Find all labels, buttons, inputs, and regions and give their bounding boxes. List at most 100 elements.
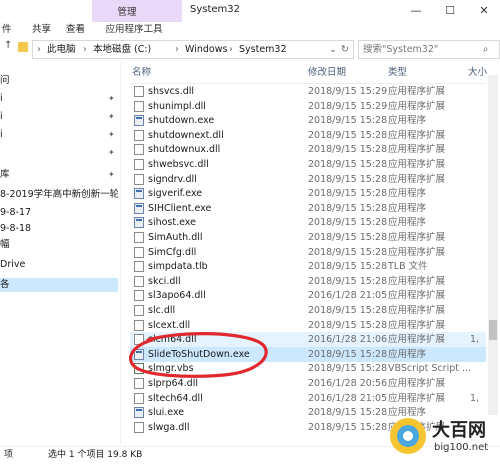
file-row[interactable]: shunimpl.dll 2018/9/15 15:29 应用程序扩展 <box>130 99 486 114</box>
minimize-button[interactable]: — <box>402 0 430 22</box>
nav-item-folder[interactable]: 9-8-17 <box>0 206 118 220</box>
file-row[interactable]: sltech64.dll 2016/1/28 21:05 应用程序扩展 1, <box>130 391 486 406</box>
file-name: sihost.exe <box>148 217 196 229</box>
tab-view[interactable]: 查看 <box>66 22 85 38</box>
nav-item-folder[interactable]: 8-2019学年高中新创新一轮复习物 <box>0 188 118 202</box>
file-date: 2018/9/15 15:28 <box>308 261 388 273</box>
file-name: SIHClient.exe <box>148 202 212 214</box>
file-type: 应用程序扩展 <box>388 173 446 185</box>
dll-file-icon <box>134 129 144 141</box>
file-type: VBScript Script ... <box>388 363 472 375</box>
tab-manage[interactable]: 管理 <box>92 4 162 18</box>
annotation-circle <box>129 332 268 378</box>
column-header-type[interactable]: 类型 <box>388 64 407 78</box>
file-row[interactable]: shutdown.exe 2018/9/15 15:28 应用程序 <box>130 113 486 128</box>
file-row[interactable]: shutdownux.dll 2018/9/15 15:28 应用程序扩展 <box>130 142 486 157</box>
refresh-icon[interactable]: ↻ <box>341 41 349 58</box>
navigation-pane: 问 i✦ i✦ i✦ ✦ 库✦ 8-2019学年高中新创新一轮复习物 9-8-1… <box>0 62 121 444</box>
file-list: 名称 修改日期 类型 大小 shsvcs.dll 2018/9/15 15:29 应… <box>122 62 500 444</box>
scrollbar-thumb[interactable] <box>489 320 497 340</box>
nav-item-library[interactable]: 库 ✦ <box>0 168 118 182</box>
file-type: 应用程序 <box>388 202 427 214</box>
column-header-size[interactable]: 大小 <box>468 64 487 78</box>
file-row[interactable]: slc.dll 2018/9/15 15:28 应用程序扩展 <box>130 303 486 318</box>
file-row[interactable]: shwebsvc.dll 2018/9/15 15:28 应用程序扩展 <box>130 157 486 172</box>
dll-file-icon <box>134 290 144 302</box>
file-date: 2016/1/28 20:56 <box>308 378 388 389</box>
file-name: SimCfg.dll <box>148 246 197 258</box>
nav-item[interactable]: i ✦ <box>0 110 118 124</box>
close-button[interactable]: ✕ <box>470 0 498 22</box>
chevron-down-icon[interactable]: ⌄ <box>329 41 337 58</box>
nav-item[interactable]: ✦ <box>0 146 118 160</box>
exe-file-icon <box>134 188 144 200</box>
nav-item-quick-access[interactable]: 问 <box>0 74 118 88</box>
file-row[interactable]: skci.dll 2018/9/15 15:28 应用程序扩展 <box>130 274 486 289</box>
file-type: TLB 文件 <box>388 261 428 273</box>
file-type: 应用程序扩展 <box>388 305 446 316</box>
breadcrumb-windows[interactable]: Windows <box>185 41 227 58</box>
exe-file-icon <box>134 115 144 127</box>
maximize-button[interactable]: ☐ <box>436 0 464 22</box>
pin-icon: ✦ <box>108 170 115 179</box>
exe-file-icon <box>134 217 144 229</box>
file-row[interactable]: slcext.dll 2018/9/15 15:28 应用程序扩展 <box>130 318 486 333</box>
file-date: 2018/9/15 15:28 <box>308 246 388 258</box>
dll-file-icon <box>134 144 144 156</box>
file-row[interactable]: SIHClient.exe 2018/9/15 15:28 应用程序 <box>130 201 486 216</box>
file-date: 2018/9/15 15:28 <box>308 421 388 433</box>
file-row[interactable]: sigverif.exe 2018/9/15 15:28 应用程序 <box>130 186 486 201</box>
file-type: 应用程序扩展 <box>388 378 446 389</box>
nav-label: i <box>0 111 3 122</box>
vertical-scrollbar[interactable] <box>488 75 498 415</box>
breadcrumb-local-disk[interactable]: 本地磁盘 (C:) <box>93 41 151 58</box>
dll-file-icon <box>134 305 144 316</box>
file-name: simpdata.tlb <box>148 261 208 273</box>
address-bar[interactable]: › 此电脑 › 本地磁盘 (C:) › Windows › System32 ⌄… <box>32 40 354 59</box>
breadcrumb-system32[interactable]: System32 <box>239 41 287 58</box>
file-date: 2018/9/15 15:28 <box>308 319 388 331</box>
dll-file-icon <box>134 275 144 287</box>
nav-item[interactable]: i ✦ <box>0 92 118 106</box>
file-name: sigverif.exe <box>148 188 203 200</box>
nav-item-onedrive[interactable]: Drive <box>0 258 118 272</box>
column-header-name[interactable]: 名称 <box>132 64 151 78</box>
file-row[interactable]: SimCfg.dll 2018/9/15 15:28 应用程序扩展 <box>130 245 486 260</box>
nav-label: i <box>0 129 3 140</box>
nav-item-folder[interactable]: 9-8-18 <box>0 222 118 236</box>
up-arrow-icon[interactable]: ↑ <box>4 40 12 51</box>
file-row[interactable]: simpdata.tlb 2018/9/15 15:28 TLB 文件 <box>130 259 486 274</box>
file-name: shwebsvc.dll <box>148 159 209 170</box>
file-row[interactable]: shutdownext.dll 2018/9/15 15:28 应用程序扩展 <box>130 128 486 143</box>
breadcrumb-this-pc[interactable]: 此电脑 <box>47 41 76 58</box>
nav-item[interactable]: i ✦ <box>0 128 118 142</box>
file-row[interactable]: SimAuth.dll 2018/9/15 15:28 应用程序扩展 <box>130 230 486 245</box>
tab-app-tools[interactable]: 应用程序工具 <box>94 22 174 38</box>
column-header-date[interactable]: 修改日期 <box>308 64 346 78</box>
file-date: 2018/9/15 15:29 <box>308 100 388 112</box>
dll-file-icon <box>134 100 144 112</box>
file-row[interactable]: sl3apo64.dll 2016/1/28 21:05 应用程序扩展 <box>130 288 486 303</box>
file-name: signdrv.dll <box>148 173 197 185</box>
chevron-right-icon: › <box>229 44 233 55</box>
file-row[interactable]: signdrv.dll 2018/9/15 15:28 应用程序扩展 <box>130 172 486 187</box>
file-date: 2018/9/15 15:28 <box>308 305 388 316</box>
tab-file[interactable]: 件 <box>2 22 12 38</box>
tab-share[interactable]: 共享 <box>32 22 51 38</box>
file-row[interactable]: sihost.exe 2018/9/15 15:28 应用程序 <box>130 215 486 230</box>
dll-file-icon <box>134 392 144 404</box>
file-row[interactable]: shsvcs.dll 2018/9/15 15:29 应用程序扩展 <box>130 84 486 99</box>
dll-file-icon <box>134 319 144 331</box>
nav-item-folder[interactable]: 幅 <box>0 238 118 252</box>
watermark: 大百网 big100.net <box>388 412 500 462</box>
file-row[interactable]: slprp64.dll 2016/1/28 20:56 应用程序扩展 <box>130 376 486 391</box>
file-name: sl3apo64.dll <box>148 290 206 302</box>
file-date: 2016/1/28 21:05 <box>308 290 388 302</box>
nav-item-this-pc[interactable]: 各 <box>0 278 118 292</box>
file-type: 应用程序扩展 <box>388 86 446 97</box>
file-size: 1, <box>470 334 480 346</box>
exe-file-icon <box>134 202 144 214</box>
search-input[interactable]: 搜索"System32" ⌕ <box>358 40 500 59</box>
file-date: 2018/9/15 15:29 <box>308 86 388 97</box>
file-date: 2018/9/15 15:28 <box>308 217 388 229</box>
